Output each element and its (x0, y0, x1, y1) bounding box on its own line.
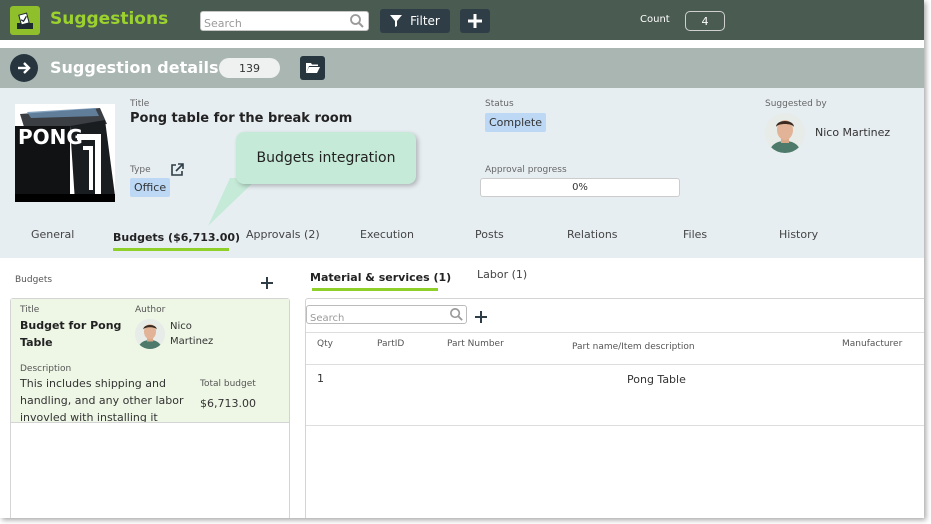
annotation-callout: Budgets integration (236, 132, 416, 184)
ballot-box-icon (10, 6, 40, 35)
budget-title: Budget for Pong Table (20, 319, 122, 349)
filter-button[interactable]: Filter (380, 9, 450, 33)
filter-button-label: Filter (410, 14, 440, 28)
materials-search-wrapper[interactable] (306, 305, 467, 327)
budget-title-label: Title (20, 305, 40, 315)
suggestion-title: Pong table for the break room (130, 111, 353, 126)
top-bar: Suggestions Filter Count 4 (0, 0, 924, 40)
add-budget-icon[interactable] (260, 275, 274, 289)
avatar (765, 113, 805, 153)
status-badge: Complete (485, 113, 547, 132)
total-budget-value: $6,713.00 (200, 397, 256, 410)
tab-posts[interactable]: Posts (475, 228, 504, 241)
table-divider (306, 364, 924, 365)
search-input[interactable] (201, 14, 346, 33)
active-subtab-indicator (312, 288, 438, 291)
tab-execution[interactable]: Execution (360, 228, 414, 241)
suggestion-id-badge: 139 (219, 58, 280, 78)
tab-files[interactable]: Files (683, 228, 707, 241)
budget-description-label: Description (20, 364, 72, 374)
count-value: 4 (685, 11, 725, 31)
title-label: Title (130, 99, 150, 109)
materials-search-input[interactable] (307, 310, 445, 327)
arrow-right-icon (18, 62, 31, 74)
budget-author-label: Author (135, 305, 166, 315)
back-button[interactable] (10, 54, 38, 82)
tab-general[interactable]: General (31, 228, 74, 241)
column-header-description: Part name/Item description (572, 342, 695, 352)
svg-text:PONG: PONG (18, 125, 83, 149)
approval-progress-bar: 0% (480, 178, 680, 197)
open-folder-button[interactable] (300, 56, 325, 80)
external-link-icon[interactable] (170, 162, 184, 176)
column-header-qty: Qty (317, 339, 333, 349)
add-suggestion-button[interactable] (460, 9, 490, 33)
callout-pointer (208, 178, 258, 226)
tab-material-services[interactable]: Material & services (1) (310, 271, 451, 284)
budget-card[interactable]: Title Budget for Pong Table Author Nico … (11, 299, 289, 423)
tab-labor[interactable]: Labor (1) (477, 268, 527, 281)
search-icon[interactable] (349, 13, 365, 29)
budgets-list-panel: Title Budget for Pong Table Author Nico … (10, 298, 290, 518)
active-tab-indicator (113, 248, 229, 251)
suggestion-info-panel: PONG Title Pong table for the break room… (0, 88, 924, 258)
total-budget-label: Total budget (200, 379, 256, 389)
type-label: Type (130, 165, 151, 175)
suggested-by-label: Suggested by (765, 99, 827, 109)
materials-panel: Qty PartID Part Number Part name/Item de… (305, 298, 924, 518)
status-label: Status (485, 99, 514, 109)
budgets-section-label: Budgets (15, 275, 53, 285)
budget-author: Nico Martinez (170, 321, 214, 347)
plus-icon (468, 14, 482, 28)
app-title: Suggestions (50, 9, 169, 29)
row-description: Pong Table (627, 373, 686, 386)
tab-budgets[interactable]: Budgets ($6,713.00) (113, 231, 240, 244)
type-badge: Office (130, 178, 171, 197)
approval-progress-label: Approval progress (485, 165, 567, 175)
filter-icon (390, 15, 403, 27)
suggestion-thumbnail: PONG (15, 104, 115, 202)
column-header-part-number: Part Number (447, 339, 504, 349)
search-icon[interactable] (449, 307, 464, 326)
search-input-wrapper[interactable] (200, 11, 369, 33)
table-divider (306, 332, 924, 333)
tab-history[interactable]: History (779, 228, 818, 241)
tab-relations[interactable]: Relations (567, 228, 618, 241)
row-qty: 1 (317, 372, 324, 385)
add-material-icon[interactable] (475, 308, 487, 323)
avatar (135, 319, 165, 349)
folder-open-icon (305, 63, 320, 73)
suggested-by-name: Nico Martinez (815, 126, 891, 139)
budget-description: This includes shipping and handling, and… (20, 377, 184, 423)
table-divider (306, 425, 924, 426)
column-header-partid: PartID (377, 339, 405, 349)
app-window: Suggestions Filter Count 4 Suggestion de… (0, 0, 924, 518)
column-header-manufacturer: Manufacturer (842, 339, 903, 349)
details-header: Suggestion details 139 (0, 48, 924, 88)
count-label: Count (640, 14, 670, 25)
page-title: Suggestion details (50, 58, 219, 77)
tab-approvals[interactable]: Approvals (2) (246, 228, 320, 241)
